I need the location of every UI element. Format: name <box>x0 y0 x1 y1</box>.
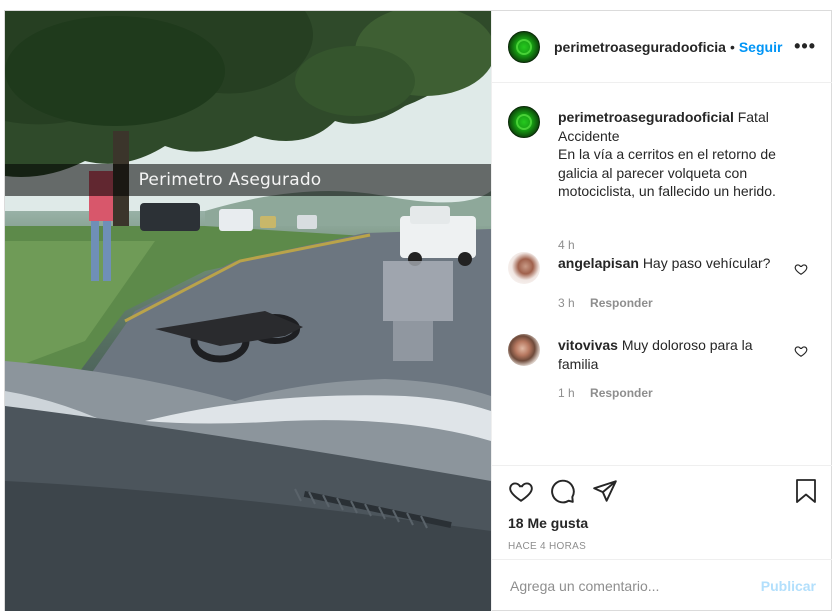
comment-like-heart-icon[interactable] <box>794 344 808 358</box>
post-timestamp[interactable]: HACE 4 HORAS <box>508 541 586 552</box>
image-caption-text: Perimetro Asegurado <box>138 170 322 190</box>
commenter-avatar[interactable] <box>508 334 540 366</box>
post-comment-button[interactable]: Publicar <box>761 578 816 594</box>
caption-author-avatar[interactable] <box>508 106 540 138</box>
reply-button[interactable]: Responder <box>590 296 653 310</box>
comment-icon[interactable] <box>550 478 576 504</box>
heart-icon[interactable] <box>508 478 534 504</box>
post-dialog: Perimetro Asegurado perimetroaseguradoof… <box>4 10 832 611</box>
bookmark-icon[interactable] <box>794 478 818 504</box>
comment-input[interactable] <box>508 576 761 595</box>
comment-meta: 1 h Responder <box>558 386 665 400</box>
add-comment-bar: Publicar <box>492 559 832 611</box>
caption-body: perimetroaseguradooficial Fatal Accident… <box>558 108 788 201</box>
post-header: perimetroaseguradooficia • Seguir ••• <box>492 11 832 83</box>
post-image[interactable]: Perimetro Asegurado <box>5 11 491 611</box>
likes-count[interactable]: 18 Me gusta <box>508 515 588 531</box>
post-side-panel: perimetroaseguradooficia • Seguir ••• pe… <box>491 11 832 611</box>
action-icons <box>508 478 618 504</box>
caption-time[interactable]: 4 h <box>558 238 575 252</box>
save-button[interactable] <box>794 478 818 504</box>
comment-time[interactable]: 1 h <box>558 386 575 400</box>
commenter-username[interactable]: angelapisan <box>558 255 639 271</box>
author-avatar[interactable] <box>508 30 540 63</box>
author-username[interactable]: perimetroaseguradooficia <box>554 39 726 55</box>
commenter-avatar[interactable] <box>508 252 540 284</box>
comment-time[interactable]: 3 h <box>558 296 575 310</box>
comment-text: Hay paso vehícular? <box>642 255 771 271</box>
comment-body: angelapisan Hay paso vehícular? <box>558 254 778 273</box>
follow-button[interactable]: Seguir <box>739 39 783 55</box>
commenter-username[interactable]: vitovivas <box>558 337 618 353</box>
accident-scene-photo <box>5 11 491 611</box>
share-icon[interactable] <box>592 478 618 504</box>
reply-button[interactable]: Responder <box>590 386 653 400</box>
comment-like-heart-icon[interactable] <box>794 262 808 276</box>
more-options-icon[interactable]: ••• <box>794 36 816 57</box>
header-separator: • <box>729 38 735 55</box>
comments-list[interactable]: perimetroaseguradooficial Fatal Accident… <box>492 84 832 464</box>
caption-username[interactable]: perimetroaseguradooficial <box>558 109 734 125</box>
comment-meta: 3 h Responder <box>558 296 665 310</box>
image-caption-bar: Perimetro Asegurado <box>5 164 491 196</box>
comment-body: vitovivas Muy doloroso para la familia <box>558 336 778 373</box>
post-actions: 18 Me gusta HACE 4 HORAS <box>492 465 832 560</box>
